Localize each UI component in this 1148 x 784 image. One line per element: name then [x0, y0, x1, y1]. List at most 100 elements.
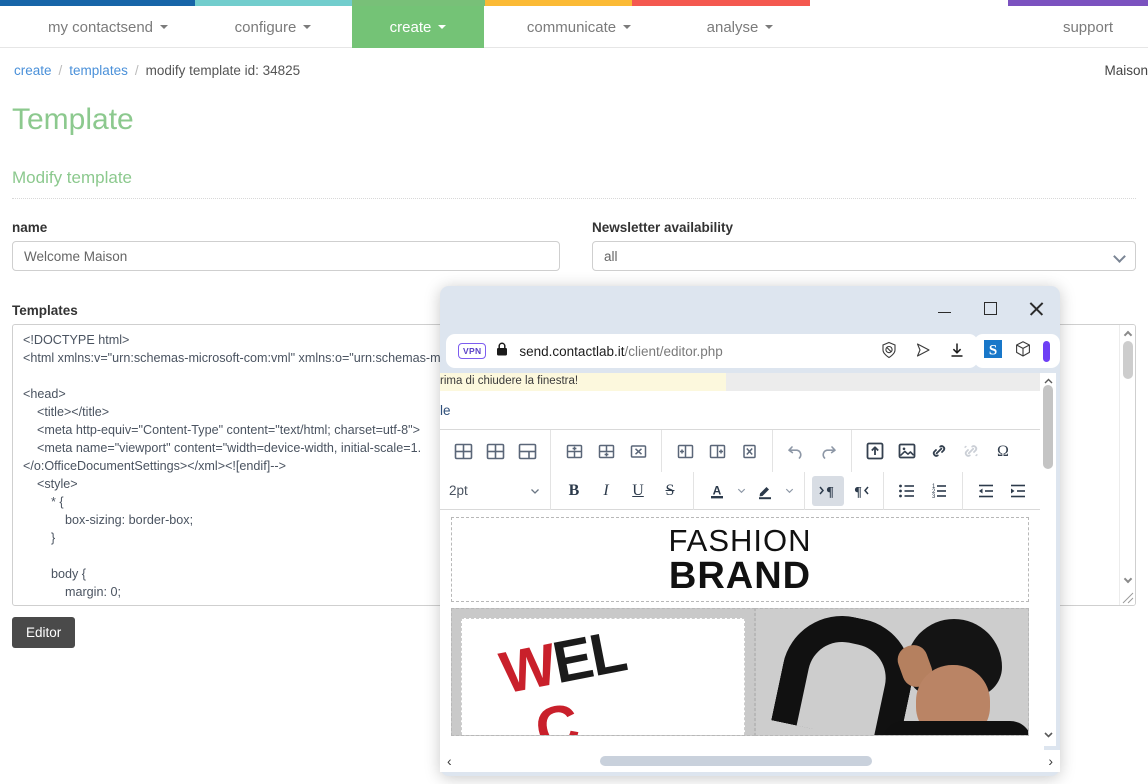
chevron-down-icon [1113, 250, 1126, 263]
nav-label: configure [234, 18, 297, 36]
font-size-select[interactable]: 2pt [440, 476, 550, 506]
nav-label: communicate [526, 18, 617, 36]
box-extension-icon[interactable] [1014, 340, 1032, 363]
svg-text:¶: ¶ [826, 485, 834, 500]
redo-icon[interactable] [812, 436, 844, 466]
url-text: send.contactlab.it/client/editor.php [519, 344, 722, 359]
highlight-color-icon[interactable] [749, 476, 781, 506]
textarea-vertical-scrollbar[interactable] [1119, 325, 1135, 605]
insert-upload-icon[interactable] [859, 436, 891, 466]
logo-line-2: BRAND [668, 555, 812, 597]
nav-item-support[interactable]: support [1042, 6, 1134, 48]
text-color-chevron-down-icon[interactable] [733, 476, 749, 506]
scrollbar-thumb[interactable] [1123, 341, 1133, 379]
popup-vertical-scrollbar[interactable] [1040, 373, 1056, 746]
ltr-direction-icon[interactable]: ¶ [812, 475, 844, 506]
table-row-properties-icon[interactable] [479, 436, 511, 466]
notification-banner: rima di chiudere la finestra! [440, 373, 726, 391]
insert-image-icon[interactable] [891, 436, 923, 466]
vpn-badge[interactable]: VPN [458, 343, 487, 359]
table-insert-icon[interactable] [447, 436, 479, 466]
popup-scroll-left-icon[interactable]: ‹ [447, 753, 452, 769]
toolbar-group-direction: ¶ ¶ [805, 472, 883, 509]
strikethrough-icon[interactable]: S [654, 476, 686, 506]
availability-selected-value: all [604, 248, 618, 264]
editor-toolbar-row-1: Ω [440, 430, 1044, 472]
toolbar-group-columns [662, 430, 772, 472]
scroll-up-icon[interactable] [1123, 329, 1133, 340]
chevron-down-icon [303, 25, 312, 29]
outdent-icon[interactable] [970, 476, 1002, 506]
editor-button[interactable]: Editor [12, 617, 76, 648]
table-insert-column-before-icon[interactable] [669, 436, 701, 466]
minimize-button[interactable] [930, 294, 958, 322]
nav-item-my-contactsend[interactable]: my contactsend [28, 6, 188, 48]
nav-item-analyse[interactable]: analyse [684, 6, 796, 48]
popup-hscrollbar-thumb[interactable] [600, 756, 872, 766]
highlight-color-chevron-down-icon[interactable] [781, 476, 797, 506]
templates-field-label: Templates [12, 303, 78, 318]
popup-scrollbar-thumb[interactable] [1043, 385, 1053, 469]
logo-line-1: FASHION [668, 523, 812, 558]
text-color-icon[interactable]: A [701, 476, 733, 506]
image-cell-left[interactable]: WEL C [451, 608, 755, 736]
chevron-down-icon [438, 25, 447, 29]
popup-scroll-right-icon[interactable]: › [1048, 753, 1053, 769]
nav-item-configure[interactable]: configure [218, 6, 328, 48]
image-cell-right[interactable] [755, 608, 1029, 736]
page-title: Template [12, 103, 134, 136]
table-insert-row-above-icon[interactable] [558, 436, 590, 466]
underline-icon[interactable]: U [622, 476, 654, 506]
rtl-direction-icon[interactable]: ¶ [844, 476, 876, 506]
table-delete-row-icon[interactable] [622, 436, 654, 466]
welcome-image[interactable]: WEL C [461, 618, 745, 735]
popup-scroll-down-icon[interactable] [1044, 726, 1053, 744]
notification-strip-filler [726, 373, 1044, 391]
toolbar-group-lists: 123 [884, 472, 962, 509]
table-delete-column-icon[interactable] [733, 436, 765, 466]
send-icon[interactable] [914, 341, 932, 364]
window-controls [930, 294, 1050, 322]
account-name: Maison [1104, 63, 1148, 78]
indent-icon[interactable] [1002, 476, 1034, 506]
svg-text:S: S [989, 342, 997, 358]
unlink-icon[interactable] [955, 436, 987, 466]
skype-extension-icon[interactable]: S [983, 339, 1003, 364]
bold-icon[interactable]: B [558, 476, 590, 506]
toolbar-group-rows [551, 430, 661, 472]
popup-horizontal-scrollbar[interactable]: ‹ › [440, 750, 1060, 772]
italic-icon[interactable]: I [590, 476, 622, 506]
logo-block[interactable]: FASHION BRAND [451, 517, 1029, 602]
shield-block-icon[interactable] [880, 341, 898, 364]
special-character-icon[interactable]: Ω [987, 436, 1019, 466]
table-insert-column-after-icon[interactable] [701, 436, 733, 466]
nav-item-communicate[interactable]: communicate [504, 6, 654, 48]
svg-text:3: 3 [932, 494, 936, 500]
notification-text: rima di chiudere la finestra! [440, 375, 579, 387]
editor-canvas[interactable]: FASHION BRAND WEL C [440, 510, 1044, 738]
maximize-button[interactable] [976, 294, 1004, 322]
model-body [882, 721, 1028, 735]
bullet-list-icon[interactable] [891, 476, 923, 506]
newsletter-availability-select[interactable]: all [592, 241, 1136, 271]
close-button[interactable] [1022, 294, 1050, 322]
insert-link-icon[interactable] [923, 436, 955, 466]
breadcrumb-link-create[interactable]: create [14, 63, 52, 78]
textarea-resize-handle[interactable] [1120, 590, 1134, 604]
scroll-down-icon[interactable] [1123, 574, 1133, 585]
undo-icon[interactable] [780, 436, 812, 466]
download-icon[interactable] [948, 341, 966, 364]
url-domain: send.contactlab.it [519, 343, 625, 359]
table-cell-properties-icon[interactable] [511, 436, 543, 466]
toolbar-group-format: B I U S [551, 472, 693, 509]
table-insert-row-below-icon[interactable] [590, 436, 622, 466]
numbered-list-icon[interactable]: 123 [923, 476, 955, 506]
nav-item-create[interactable]: create [352, 6, 484, 48]
chevron-down-icon [160, 25, 169, 29]
breadcrumb: create / templates / modify template id:… [14, 63, 300, 78]
browser-address-bar[interactable]: VPN send.contactlab.it/client/editor.php [446, 334, 978, 368]
section-divider [12, 198, 1136, 199]
name-input[interactable] [12, 241, 560, 271]
breadcrumb-link-templates[interactable]: templates [69, 63, 128, 78]
purple-pill-icon[interactable] [1043, 340, 1050, 362]
